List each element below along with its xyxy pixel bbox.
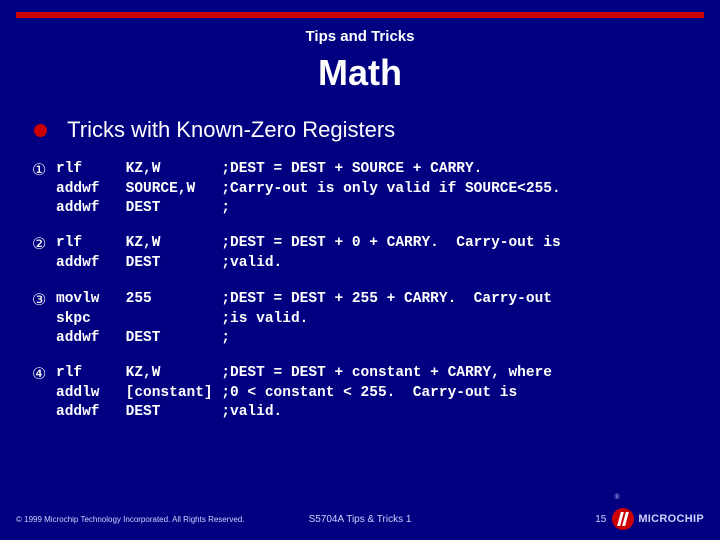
lead-bullet: Tricks with Known-Zero Registers xyxy=(34,116,395,143)
code-block-3: movlw 255 ;DEST = DEST + 255 + CARRY. Ca… xyxy=(56,290,552,349)
registered-mark: ® xyxy=(614,494,619,501)
item-marker-1: ① xyxy=(32,160,46,180)
item-marker-2: ② xyxy=(32,234,46,254)
footer: © 1999 Microchip Technology Incorporated… xyxy=(16,508,704,530)
microchip-logo-icon: ® xyxy=(612,508,634,530)
bullet-dot-icon xyxy=(34,124,47,137)
lead-text: Tricks with Known-Zero Registers xyxy=(67,117,395,142)
footer-center-text: S5704A Tips & Tricks 1 xyxy=(16,514,704,525)
code-block-1: rlf KZ,W ;DEST = DEST + SOURCE + CARRY. … xyxy=(56,160,561,219)
title-divider xyxy=(16,12,704,18)
item-marker-4: ④ xyxy=(32,364,46,384)
code-block-4: rlf KZ,W ;DEST = DEST + constant + CARRY… xyxy=(56,364,552,423)
code-block-2: rlf KZ,W ;DEST = DEST + 0 + CARRY. Carry… xyxy=(56,234,561,273)
item-marker-3: ③ xyxy=(32,290,46,310)
slide-section-title: Tips and Tricks xyxy=(0,28,720,45)
slide-title: Math xyxy=(0,52,720,94)
